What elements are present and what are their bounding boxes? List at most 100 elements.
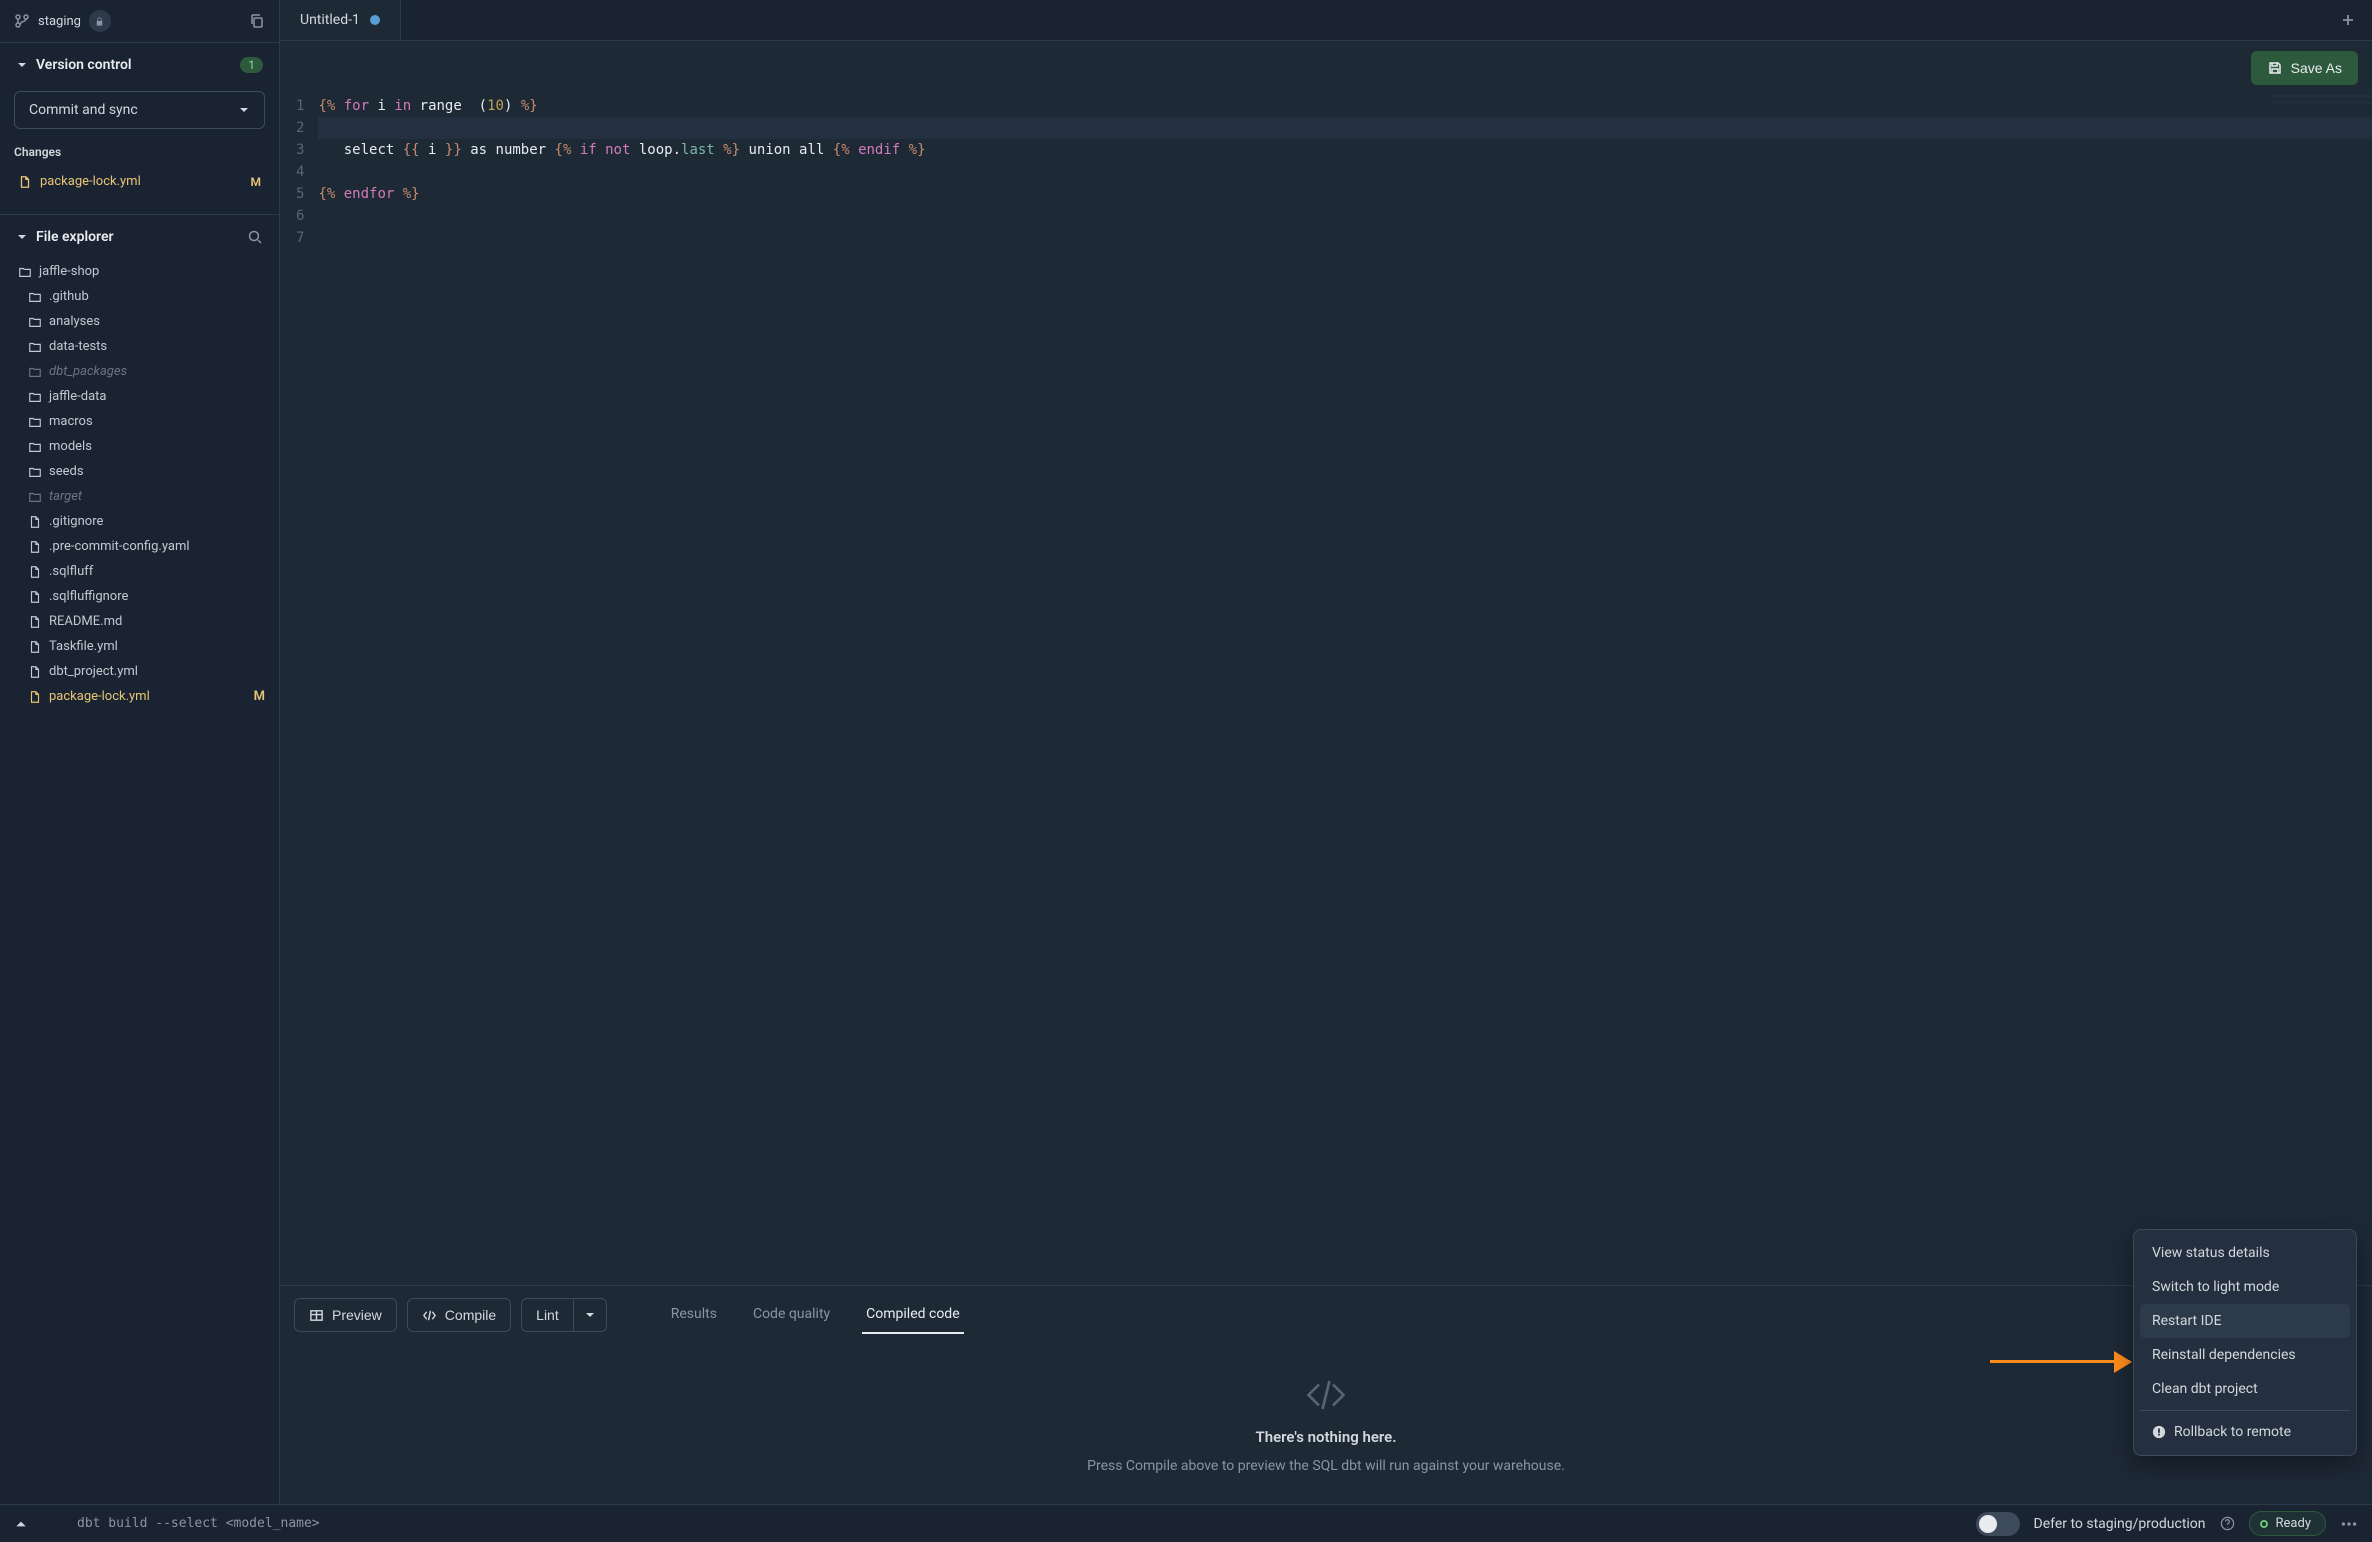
command-input[interactable]: dbt build --select <model_name> [42,1516,1962,1531]
tree-file[interactable]: package-lock.ymlM [0,684,279,709]
changes-count-badge: 1 [240,57,263,73]
tree-item-label: .gitignore [49,514,103,529]
empty-subtitle: Press Compile above to preview the SQL d… [1087,1458,1565,1474]
editor-tab[interactable]: Untitled-1 [280,0,401,40]
tree-folder[interactable]: seeds [0,459,279,484]
file-explorer-header[interactable]: File explorer [0,215,279,255]
chevron-down-icon [16,59,28,71]
lint-button-group: Lint [521,1298,607,1332]
lint-dropdown-button[interactable] [573,1298,607,1332]
tree-item-label: target [49,489,82,504]
tree-folder[interactable]: macros [0,409,279,434]
tree-root-label: jaffle-shop [39,264,99,279]
version-control-header[interactable]: Version control 1 [0,43,279,83]
code-editor[interactable]: 1 2 3 4 5 6 7 {% for i in range (10) %} … [280,95,2372,1285]
tree-file[interactable]: .sqlfluff [0,559,279,584]
tree-folder[interactable]: models [0,434,279,459]
tab-results[interactable]: Results [667,1296,721,1334]
changes-list: package-lock.yml M [0,169,279,194]
tree-item-label: .sqlfluffignore [49,589,128,604]
tree-file[interactable]: README.md [0,609,279,634]
save-icon [2267,60,2283,76]
folder-icon [28,340,42,354]
folder-icon [28,490,42,504]
panel-tabs: Results Code quality Compiled code [667,1296,964,1334]
tree-item-label: seeds [49,464,84,479]
save-as-button[interactable]: Save As [2251,51,2358,85]
defer-toggle[interactable] [1976,1512,2020,1536]
help-icon[interactable] [2220,1516,2235,1531]
tree-file[interactable]: .gitignore [0,509,279,534]
menu-clean-project[interactable]: Clean dbt project [2140,1372,2350,1406]
version-control-title: Version control [36,57,132,73]
tree-file[interactable]: .sqlfluffignore [0,584,279,609]
menu-switch-light[interactable]: Switch to light mode [2140,1270,2350,1304]
tree-item-label: .sqlfluff [49,564,93,579]
copy-icon[interactable] [249,13,265,29]
chevron-up-icon[interactable] [14,1517,28,1531]
folder-icon [28,465,42,479]
folder-icon [28,440,42,454]
tree-folder[interactable]: dbt_packages [0,359,279,384]
file-icon [28,640,42,654]
tree-folder[interactable]: .github [0,284,279,309]
tree-item-label: macros [49,414,93,429]
tree-item-label: .github [49,289,89,304]
lint-button[interactable]: Lint [521,1298,573,1332]
tree-item-label: Taskfile.yml [49,639,118,654]
menu-reinstall-deps[interactable]: Reinstall dependencies [2140,1338,2350,1372]
file-explorer-title: File explorer [36,229,114,245]
new-tab-button[interactable] [2324,2,2372,38]
tree-file[interactable]: .pre-commit-config.yaml [0,534,279,559]
tree-item-label: data-tests [49,339,107,354]
preview-label: Preview [332,1307,382,1323]
file-icon [28,515,42,529]
tree-file[interactable]: dbt_project.yml [0,659,279,684]
file-status-badge: M [251,175,262,189]
chevron-down-icon [16,231,28,243]
search-icon[interactable] [247,229,263,245]
file-icon [18,175,32,189]
commit-sync-button[interactable]: Commit and sync [14,91,265,129]
file-status-badge: M [254,689,265,704]
code-content: {% for i in range (10) %} select {{ i }}… [318,95,2372,1285]
bottom-panel: Preview Compile Lint [280,1285,2372,1504]
annotation-arrow [1990,1360,2130,1363]
tree-item-label: dbt_packages [49,364,127,379]
file-icon [28,590,42,604]
status-bar: dbt build --select <model_name> Defer to… [0,1504,2372,1542]
tree-root[interactable]: jaffle-shop [0,259,279,284]
editor-toolbar: Save As [280,41,2372,95]
menu-rollback[interactable]: Rollback to remote [2140,1415,2350,1449]
changed-file-item[interactable]: package-lock.yml M [4,169,275,194]
compile-button[interactable]: Compile [407,1298,511,1332]
folder-icon [28,290,42,304]
panel-empty-state: There's nothing here. Press Compile abov… [280,1344,2372,1504]
tree-item-label: jaffle-data [49,389,107,404]
tree-folder[interactable]: target [0,484,279,509]
compile-label: Compile [445,1307,496,1323]
tree-folder[interactable]: jaffle-data [0,384,279,409]
sidebar: staging Version control 1 Commit and syn… [0,0,280,1504]
tree-file[interactable]: Taskfile.yml [0,634,279,659]
tree-item-label: dbt_project.yml [49,664,138,679]
preview-button[interactable]: Preview [294,1298,397,1332]
tree-folder[interactable]: data-tests [0,334,279,359]
defer-label: Defer to staging/production [2034,1516,2206,1532]
tab-code-quality[interactable]: Code quality [749,1296,834,1334]
tree-folder[interactable]: analyses [0,309,279,334]
status-ready-pill[interactable]: Ready [2249,1511,2326,1536]
minimap[interactable] [2272,95,2372,135]
chevron-down-icon [238,104,250,116]
menu-view-status[interactable]: View status details [2140,1236,2350,1270]
changes-section-label: Changes [0,141,279,169]
save-as-label: Save As [2291,60,2342,76]
tab-compiled-code[interactable]: Compiled code [862,1296,963,1334]
warning-icon [2152,1425,2166,1439]
changed-file-name: package-lock.yml [40,174,141,189]
ide-context-menu: View status details Switch to light mode… [2133,1229,2357,1456]
menu-restart-ide[interactable]: Restart IDE [2140,1304,2350,1338]
tab-bar: Untitled-1 [280,0,2372,41]
more-icon[interactable] [2340,1515,2358,1533]
code-icon [1305,1374,1347,1416]
